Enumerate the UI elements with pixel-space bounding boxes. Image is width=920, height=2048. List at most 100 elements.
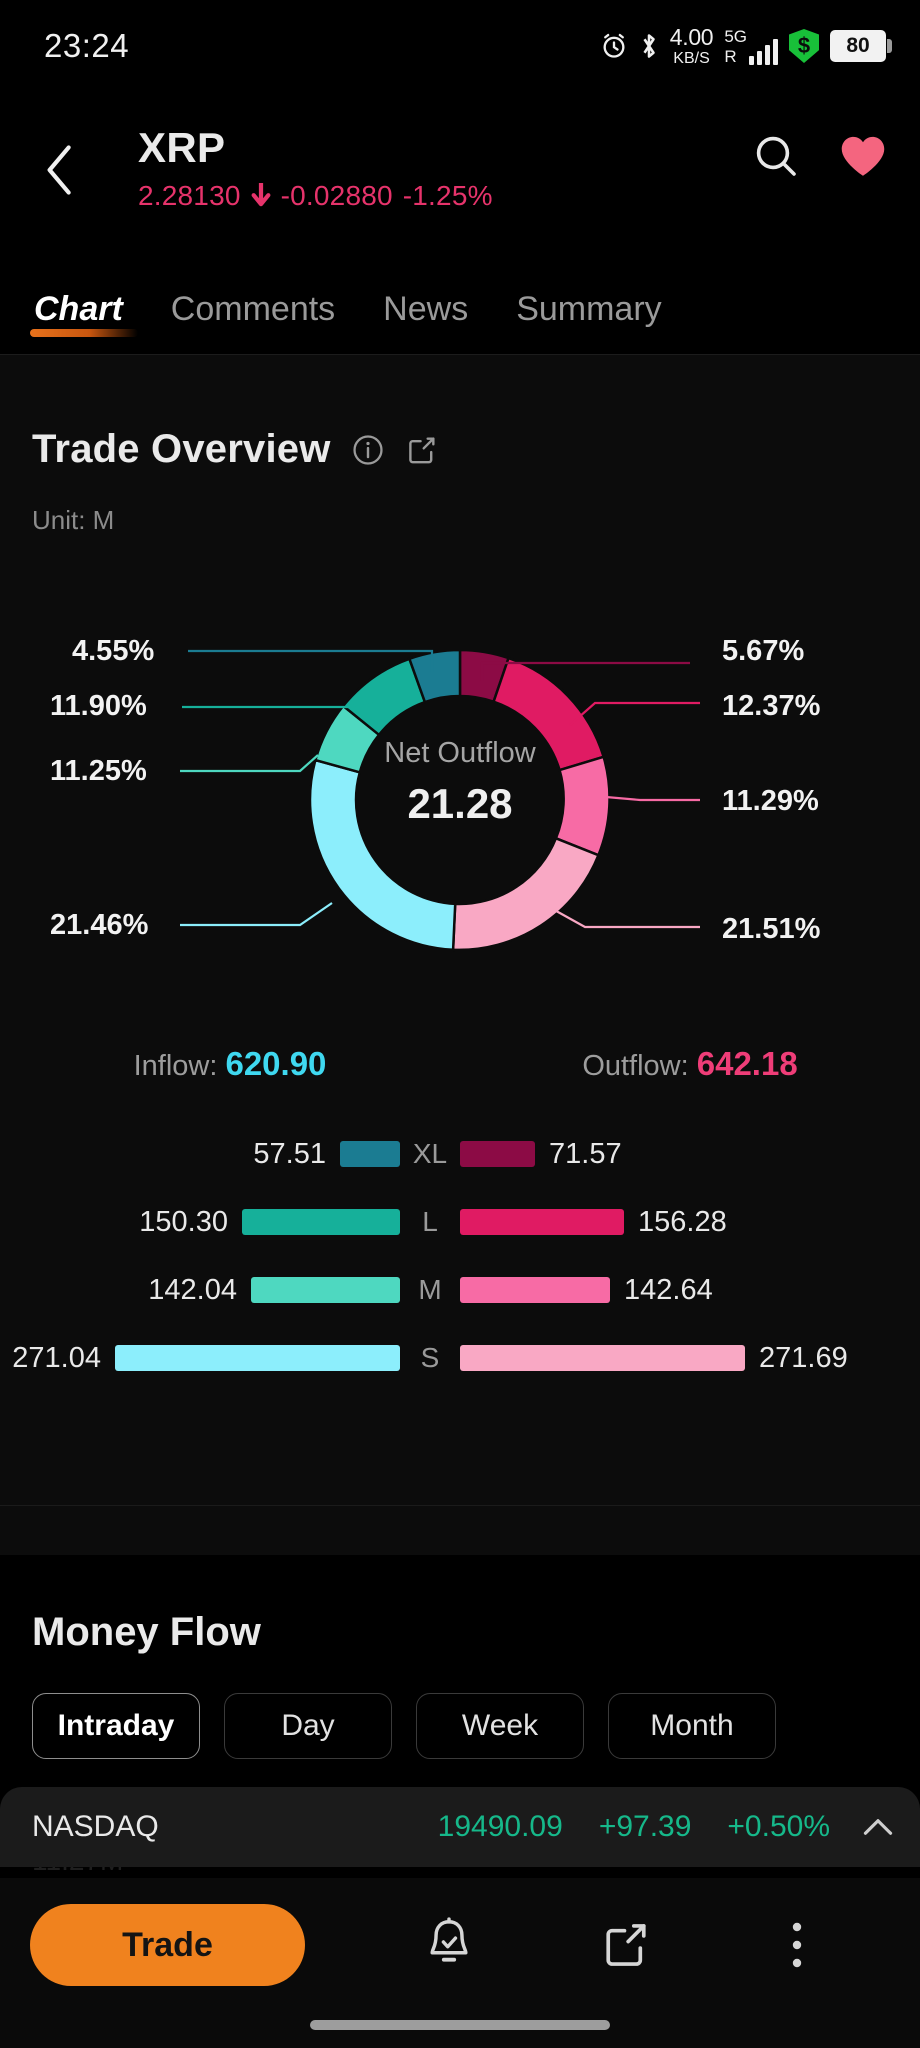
- trade-button[interactable]: Trade: [30, 1904, 305, 1986]
- tab-summary[interactable]: Summary: [516, 290, 661, 337]
- info-circle-icon[interactable]: [351, 433, 385, 467]
- section-title: Trade Overview: [32, 427, 331, 471]
- roaming-label: R: [724, 46, 737, 66]
- trade-overview-card: Trade Overview Unit: M Net Outflow 21.28…: [0, 355, 920, 1555]
- chip-intraday[interactable]: Intraday: [32, 1693, 200, 1759]
- leader-l-outflow: [569, 701, 700, 726]
- index-ticker-bar[interactable]: NASDAQ 19490.09 +97.39 +0.50%: [0, 1787, 920, 1867]
- price-line: 2.28130 -0.02880 -1.25%: [138, 180, 493, 212]
- symbol-block: XRP 2.28130 -0.02880 -1.25%: [138, 124, 493, 212]
- tab-news[interactable]: News: [383, 290, 468, 337]
- pct-label-xl-outflow: 5.67%: [722, 635, 805, 667]
- bluetooth-icon: [643, 34, 655, 58]
- donut-center: Net Outflow 21.28: [310, 737, 610, 828]
- page-header: XRP 2.28130 -0.02880 -1.25%: [0, 92, 920, 272]
- pct-label-s-outflow: 21.51%: [722, 913, 821, 945]
- slice-s-outflow[interactable]: [451, 836, 601, 952]
- alert-bell-icon[interactable]: [423, 1917, 475, 1973]
- ticker-values: 19490.09 +97.39 +0.50%: [438, 1810, 830, 1844]
- tab-comments[interactable]: Comments: [171, 290, 335, 337]
- leader-m-inflow: [180, 754, 319, 773]
- search-icon[interactable]: [752, 132, 800, 180]
- bar-outflow-xl: [460, 1141, 535, 1167]
- price-value: 2.28130: [138, 180, 241, 211]
- bar-row-m: 142.04 M 142.64: [0, 1256, 920, 1324]
- bar-inflow-m: [251, 1277, 400, 1303]
- heart-icon[interactable]: [838, 133, 888, 179]
- price-change-pct: -1.25%: [402, 180, 493, 211]
- header-actions: [752, 132, 888, 180]
- donut-chart: Net Outflow 21.28 4.55% 11.90% 11.25% 21…: [0, 555, 920, 1025]
- pct-label-m-outflow: 11.29%: [722, 785, 819, 817]
- status-bar: 23:24 4.00 KB/S 5G R $ 80: [0, 0, 920, 92]
- pct-label-xl-inflow: 4.55%: [72, 635, 155, 667]
- chip-week[interactable]: Week: [416, 1693, 584, 1759]
- chevron-left-icon: [47, 145, 71, 195]
- tab-chart[interactable]: Chart: [30, 290, 138, 337]
- flow-totals: Inflow: 620.90 Outflow: 642.18: [0, 1045, 920, 1083]
- bar-row-l: 150.30 L 156.28: [0, 1188, 920, 1256]
- inflow-value: 620.90: [225, 1045, 327, 1082]
- bar-outflow-value-l: 156.28: [638, 1205, 727, 1238]
- app-screen: 23:24 4.00 KB/S 5G R $ 80 XRP 2.28130 -0…: [0, 0, 920, 2048]
- bottom-action-bar: Trade: [0, 1878, 920, 2048]
- bar-outflow-l: [460, 1209, 624, 1235]
- outflow-label: Outflow:: [582, 1050, 689, 1082]
- battery-icon: 80: [830, 30, 892, 62]
- trade-overview-heading: Trade Overview: [32, 427, 439, 472]
- price-change-abs: -0.02880: [280, 180, 393, 211]
- chevron-up-icon[interactable]: [862, 1816, 894, 1838]
- bar-category-l: L: [422, 1206, 438, 1237]
- inflow-label: Inflow:: [133, 1050, 218, 1082]
- share-icon[interactable]: [600, 1919, 652, 1971]
- status-icons: 4.00 KB/S 5G R $ 80: [600, 23, 892, 67]
- outflow-total: Outflow: 642.18: [460, 1045, 920, 1083]
- ticker-change-pct: +0.50%: [727, 1810, 830, 1843]
- chip-month[interactable]: Month: [608, 1693, 776, 1759]
- arrow-down-icon: [251, 183, 271, 207]
- bar-inflow-value-s: 271.04: [12, 1341, 101, 1374]
- pct-label-m-inflow: 11.25%: [50, 755, 147, 787]
- more-vertical-icon[interactable]: [777, 1919, 817, 1971]
- bar-category-m: M: [418, 1274, 442, 1305]
- bar-category-xl: XL: [412, 1138, 448, 1169]
- share-icon[interactable]: [405, 433, 439, 467]
- network-speed-value: 4.00: [669, 23, 714, 50]
- unit-label: Unit: M: [32, 505, 115, 535]
- leader-s-inflow: [180, 902, 333, 927]
- bar-outflow-value-s: 271.69: [759, 1341, 848, 1374]
- bar-inflow-value-l: 150.30: [139, 1205, 228, 1238]
- network-speed-unit: KB/S: [673, 49, 710, 67]
- inflow-total: Inflow: 620.90: [0, 1045, 460, 1083]
- bar-outflow-value-xl: 71.57: [549, 1137, 622, 1170]
- bar-row-s: 271.04 S 271.69: [0, 1324, 920, 1392]
- network-speed: 4.00 KB/S: [669, 23, 714, 67]
- back-button[interactable]: [30, 140, 90, 200]
- signal-bars-icon: [749, 38, 778, 65]
- shield-glyph: $: [797, 33, 811, 58]
- bar-outflow-m: [460, 1277, 610, 1303]
- page-title: XRP: [138, 124, 226, 171]
- network-type-label: 5G: [724, 26, 747, 46]
- bar-category-s: S: [420, 1342, 440, 1373]
- bar-row-xl: 57.51 XL 71.57: [0, 1120, 920, 1188]
- donut-center-value: 21.28: [407, 780, 513, 827]
- outflow-value: 642.18: [696, 1045, 798, 1082]
- bar-inflow-value-m: 142.04: [148, 1273, 237, 1306]
- status-clock: 23:24: [44, 27, 130, 64]
- bar-outflow-value-m: 142.64: [624, 1273, 713, 1306]
- pct-label-s-inflow: 21.46%: [50, 909, 149, 941]
- money-flow-range-chips: Intraday Day Week Month: [32, 1693, 920, 1759]
- money-flow-title: Money Flow: [32, 1610, 261, 1654]
- chip-day[interactable]: Day: [224, 1693, 392, 1759]
- bar-inflow-s: [115, 1345, 400, 1371]
- home-indicator: [310, 2020, 610, 2030]
- tab-bar: Chart Comments News Summary: [0, 272, 920, 354]
- bar-outflow-s: [460, 1345, 745, 1371]
- battery-level: 80: [846, 34, 870, 57]
- pct-label-l-outflow: 12.37%: [722, 690, 821, 722]
- ticker-name: NASDAQ: [32, 1810, 159, 1843]
- alarm-icon: [603, 33, 625, 58]
- leader-m-outflow: [605, 795, 700, 802]
- ticker-price: 19490.09: [437, 1810, 563, 1843]
